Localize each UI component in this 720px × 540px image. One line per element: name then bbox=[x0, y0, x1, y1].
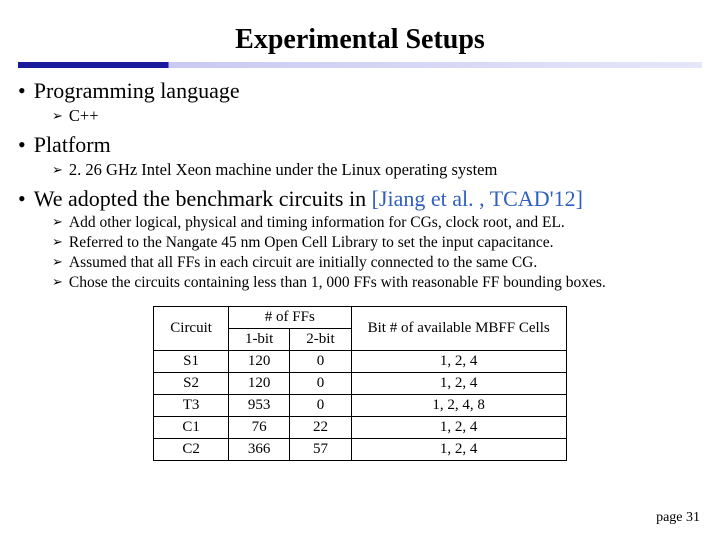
cell: 57 bbox=[290, 439, 351, 461]
col-circuit: Circuit bbox=[154, 307, 229, 351]
sub-text: C++ bbox=[69, 106, 99, 126]
table-row: S1 120 0 1, 2, 4 bbox=[154, 351, 566, 373]
cell: 120 bbox=[228, 373, 289, 395]
cell: C2 bbox=[154, 439, 229, 461]
cell: 76 bbox=[228, 417, 289, 439]
citation: [Jiang et al. , TCAD'12] bbox=[372, 186, 583, 211]
table-row: T3 953 0 1, 2, 4, 8 bbox=[154, 395, 566, 417]
col-1bit: 1-bit bbox=[228, 329, 289, 351]
chevron-icon: ➢ bbox=[52, 274, 63, 290]
title-rule bbox=[18, 62, 702, 68]
sub-item: ➢ Add other logical, physical and timing … bbox=[52, 214, 702, 232]
table-row: C1 76 22 1, 2, 4 bbox=[154, 417, 566, 439]
cell: S1 bbox=[154, 351, 229, 373]
cell: C1 bbox=[154, 417, 229, 439]
cell: S2 bbox=[154, 373, 229, 395]
cell: 1, 2, 4 bbox=[351, 373, 566, 395]
cell: 1, 2, 4 bbox=[351, 351, 566, 373]
sub-text: Assumed that all FFs in each circuit are… bbox=[69, 254, 537, 272]
sub-list: ➢ C++ bbox=[18, 106, 702, 126]
sub-item: ➢ Assumed that all FFs in each circuit ar… bbox=[52, 254, 702, 272]
bullet-icon: • bbox=[18, 188, 26, 210]
chevron-icon: ➢ bbox=[52, 162, 63, 178]
sub-text: Add other logical, physical and timing i… bbox=[69, 214, 565, 232]
cell: 1, 2, 4 bbox=[351, 439, 566, 461]
cell: 366 bbox=[228, 439, 289, 461]
chevron-icon: ➢ bbox=[52, 254, 63, 270]
cell: 22 bbox=[290, 417, 351, 439]
sub-text: 2. 26 GHz Intel Xeon machine under the L… bbox=[69, 160, 497, 180]
bullet-label: Platform bbox=[34, 132, 111, 158]
bullet-item: • Platform ➢ 2. 26 GHz Intel Xeon machine… bbox=[18, 132, 702, 180]
bullet-list: • Programming language ➢ C++ • Platform ➢… bbox=[18, 78, 702, 292]
col-2bit: 2-bit bbox=[290, 329, 351, 351]
cell: 1, 2, 4, 8 bbox=[351, 395, 566, 417]
table-wrap: Circuit # of FFs Bit # of available MBFF… bbox=[18, 306, 702, 461]
sub-text: Chose the circuits containing less than … bbox=[69, 274, 606, 292]
cell: 0 bbox=[290, 373, 351, 395]
chevron-icon: ➢ bbox=[52, 214, 63, 230]
slide-title: Experimental Setups bbox=[18, 24, 702, 56]
bullet-item: • Programming language ➢ C++ bbox=[18, 78, 702, 126]
sub-item: ➢ Chose the circuits containing less than… bbox=[52, 274, 702, 292]
slide: Experimental Setups • Programming langua… bbox=[0, 0, 720, 540]
bullet-item: • We adopted the benchmark circuits in [… bbox=[18, 186, 702, 292]
chevron-icon: ➢ bbox=[52, 234, 63, 250]
circuits-table: Circuit # of FFs Bit # of available MBFF… bbox=[153, 306, 566, 461]
cell: 0 bbox=[290, 351, 351, 373]
bullet-icon: • bbox=[18, 134, 26, 156]
chevron-icon: ➢ bbox=[52, 108, 63, 124]
sub-item: ➢ C++ bbox=[52, 106, 702, 126]
page-number: page 31 bbox=[656, 510, 700, 526]
cell: 120 bbox=[228, 351, 289, 373]
bullet-label: Programming language bbox=[34, 78, 240, 104]
col-mbff: Bit # of available MBFF Cells bbox=[351, 307, 566, 351]
cell: 953 bbox=[228, 395, 289, 417]
bullet-label: We adopted the benchmark circuits in [Ji… bbox=[34, 186, 583, 212]
cell: 1, 2, 4 bbox=[351, 417, 566, 439]
table-row: Circuit # of FFs Bit # of available MBFF… bbox=[154, 307, 566, 329]
cell: 0 bbox=[290, 395, 351, 417]
sub-list: ➢ 2. 26 GHz Intel Xeon machine under the … bbox=[18, 160, 702, 180]
bullet-icon: • bbox=[18, 80, 26, 102]
sub-item: ➢ Referred to the Nangate 45 nm Open Cell… bbox=[52, 234, 702, 252]
bullet-label-pre: We adopted the benchmark circuits in bbox=[34, 186, 372, 211]
col-ffs: # of FFs bbox=[228, 307, 351, 329]
sub-text: Referred to the Nangate 45 nm Open Cell … bbox=[69, 234, 554, 252]
table-row: C2 366 57 1, 2, 4 bbox=[154, 439, 566, 461]
cell: T3 bbox=[154, 395, 229, 417]
sub-list: ➢ Add other logical, physical and timing … bbox=[18, 214, 702, 292]
sub-item: ➢ 2. 26 GHz Intel Xeon machine under the … bbox=[52, 160, 702, 180]
table-row: S2 120 0 1, 2, 4 bbox=[154, 373, 566, 395]
